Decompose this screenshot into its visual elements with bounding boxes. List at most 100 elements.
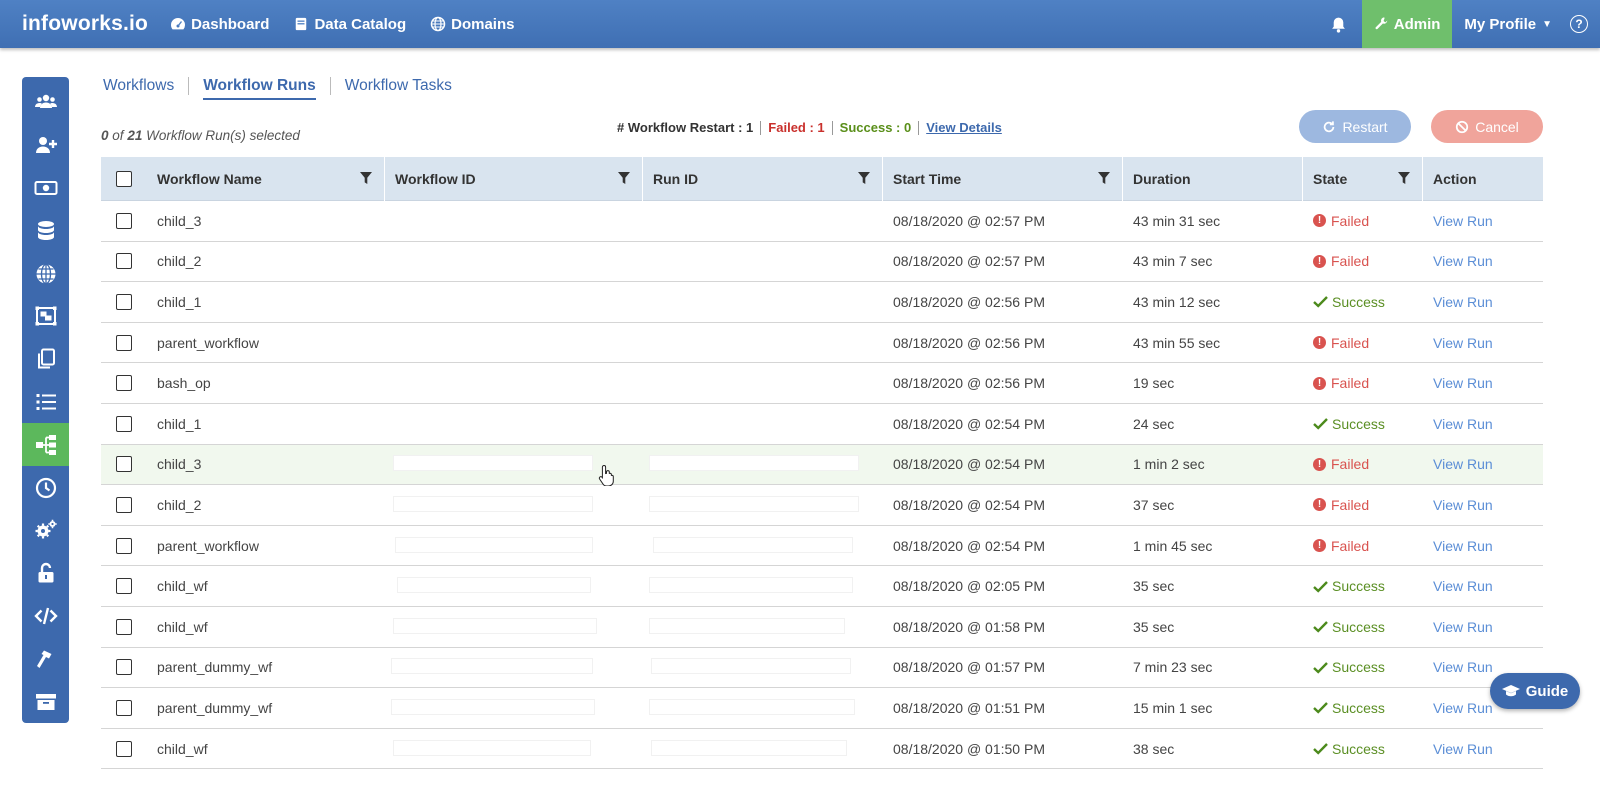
table-row[interactable]: bash_op 08/18/2020 @ 02:56 PM 19 sec! Faile…	[101, 363, 1543, 404]
guide-button[interactable]: Guide	[1490, 673, 1580, 709]
col-state[interactable]: State	[1303, 156, 1423, 201]
redacted-run-id	[653, 536, 853, 553]
sidebar-security[interactable]	[22, 552, 69, 595]
view-run-link[interactable]: View Run	[1433, 416, 1493, 432]
sidebar-objects[interactable]	[22, 295, 69, 338]
sidebar-list[interactable]	[22, 381, 69, 424]
table-body: child_3 08/18/2020 @ 02:57 PM 43 min 31 se…	[101, 201, 1543, 770]
nav-data-catalog-label: Data Catalog	[314, 15, 407, 33]
sidebar-workflows[interactable]	[22, 423, 69, 467]
view-run-link[interactable]: View Run	[1433, 700, 1493, 716]
table-row[interactable]: parent_workflow 08/18/2020 @ 02:56 PM 43 m…	[101, 323, 1543, 364]
row-checkbox[interactable]	[116, 253, 132, 270]
cell-duration: 43 min 55 sec	[1133, 334, 1221, 351]
row-checkbox[interactable]	[116, 334, 132, 351]
table-row[interactable]: parent_dummy_wf 08/18/2020 @ 01:57 PM 7 mi…	[101, 648, 1543, 689]
database-icon	[37, 220, 54, 240]
table-row[interactable]: parent_workflow 08/18/2020 @ 02:54 PM 1 mi…	[101, 526, 1543, 567]
view-run-link[interactable]: View Run	[1433, 741, 1493, 757]
sidebar-code[interactable]	[22, 595, 69, 638]
nav-domains[interactable]: Domains	[430, 16, 514, 33]
cancel-button[interactable]: Cancel	[1431, 110, 1543, 143]
view-run-link[interactable]: View Run	[1433, 294, 1493, 310]
brand-logo[interactable]: infoworks.io	[22, 12, 148, 36]
filter-icon[interactable]	[618, 171, 630, 185]
col-duration[interactable]: Duration	[1123, 156, 1303, 201]
table-row[interactable]: child_wf 08/18/2020 @ 02:05 PM 35 sec Succe…	[101, 566, 1543, 607]
summary-divider	[760, 120, 762, 135]
view-run-link[interactable]: View Run	[1433, 659, 1493, 675]
exclamation-circle-icon: !	[1313, 254, 1326, 268]
sidebar-add-user[interactable]	[22, 124, 69, 167]
tab-workflow-runs[interactable]: Workflow Runs	[203, 77, 316, 100]
filter-icon[interactable]	[1098, 171, 1110, 185]
col-action-label: Action	[1433, 170, 1477, 187]
view-run-link[interactable]: View Run	[1433, 497, 1493, 513]
sidebar-domains[interactable]	[22, 252, 69, 295]
table-row[interactable]: child_3 08/18/2020 @ 02:57 PM 43 min 31 se…	[101, 201, 1543, 242]
row-checkbox[interactable]	[116, 212, 132, 229]
restart-button[interactable]: Restart	[1299, 110, 1411, 143]
admin-menu[interactable]: Admin	[1361, 0, 1453, 48]
filter-icon[interactable]	[858, 171, 870, 185]
view-run-link[interactable]: View Run	[1433, 456, 1493, 472]
table-row[interactable]: child_wf 08/18/2020 @ 01:58 PM 35 sec Succe…	[101, 607, 1543, 648]
row-checkbox[interactable]	[116, 740, 132, 757]
view-details-link[interactable]: View Details	[926, 120, 1002, 135]
workflow-icon	[35, 434, 56, 455]
help-icon[interactable]: ?	[1570, 15, 1588, 33]
table-row[interactable]: child_1 08/18/2020 @ 02:56 PM 43 min 12 se…	[101, 282, 1543, 323]
view-run-link[interactable]: View Run	[1433, 619, 1493, 635]
sidebar-database[interactable]	[22, 209, 69, 252]
view-run-link[interactable]: View Run	[1433, 538, 1493, 554]
row-checkbox[interactable]	[116, 578, 132, 595]
row-checkbox[interactable]	[116, 293, 132, 310]
row-checkbox[interactable]	[116, 537, 132, 554]
table-row[interactable]: child_1 08/18/2020 @ 02:54 PM 24 sec Succes…	[101, 404, 1543, 445]
sidebar-users[interactable]	[22, 81, 69, 124]
col-start-time[interactable]: Start Time	[883, 156, 1123, 201]
row-checkbox[interactable]	[116, 496, 132, 513]
view-run-link[interactable]: View Run	[1433, 253, 1493, 269]
select-all-checkbox[interactable]	[116, 170, 132, 187]
cell-run-id	[643, 323, 883, 363]
table-row[interactable]: child_2 08/18/2020 @ 02:54 PM 37 sec! Faile…	[101, 485, 1543, 526]
view-run-link[interactable]: View Run	[1433, 578, 1493, 594]
table-row[interactable]: child_wf 08/18/2020 @ 01:50 PM 38 sec Succe…	[101, 729, 1543, 770]
tab-workflow-tasks[interactable]: Workflow Tasks	[345, 77, 452, 95]
filter-icon[interactable]	[360, 171, 372, 185]
col-workflow-name[interactable]: Workflow Name	[147, 156, 385, 201]
cell-run-id	[643, 566, 883, 606]
table-row[interactable]: child_2 08/18/2020 @ 02:57 PM 43 min 7 sec…	[101, 242, 1543, 283]
view-run-link[interactable]: View Run	[1433, 335, 1493, 351]
sidebar-schedule[interactable]	[22, 466, 69, 509]
row-checkbox[interactable]	[116, 659, 132, 676]
nav-dashboard[interactable]: Dashboard	[170, 16, 269, 33]
notifications-bell-icon[interactable]	[1328, 13, 1350, 35]
table-row[interactable]: parent_dummy_wf 08/18/2020 @ 01:51 PM 15 m…	[101, 688, 1543, 729]
sidebar-billing[interactable]	[22, 167, 69, 210]
sidebar-build[interactable]	[22, 637, 69, 680]
state-success: Success	[1313, 700, 1385, 716]
sidebar-settings[interactable]	[22, 509, 69, 552]
nav-data-catalog[interactable]: Data Catalog	[293, 16, 406, 33]
cell-workflow-name: child_3	[157, 456, 202, 473]
sidebar-copy[interactable]	[22, 338, 69, 381]
sidebar-archive[interactable]	[22, 680, 69, 723]
row-checkbox[interactable]	[116, 456, 132, 473]
table-row[interactable]: child_3 08/18/2020 @ 02:54 PM 1 min 2 sec!…	[101, 444, 1543, 486]
left-sidebar	[22, 77, 69, 723]
filter-icon[interactable]	[1398, 171, 1410, 185]
tab-workflows[interactable]: Workflows	[103, 77, 174, 95]
col-workflow-id[interactable]: Workflow ID	[385, 156, 643, 201]
row-checkbox[interactable]	[116, 618, 132, 635]
col-run-id[interactable]: Run ID	[643, 156, 883, 201]
row-checkbox[interactable]	[116, 375, 132, 392]
row-checkbox[interactable]	[116, 415, 132, 432]
cell-duration: 43 min 7 sec	[1133, 253, 1213, 270]
row-checkbox[interactable]	[116, 699, 132, 716]
profile-menu[interactable]: My Profile ▼	[1452, 16, 1564, 33]
hand-cursor-icon	[598, 464, 614, 486]
view-run-link[interactable]: View Run	[1433, 213, 1493, 229]
view-run-link[interactable]: View Run	[1433, 375, 1493, 391]
